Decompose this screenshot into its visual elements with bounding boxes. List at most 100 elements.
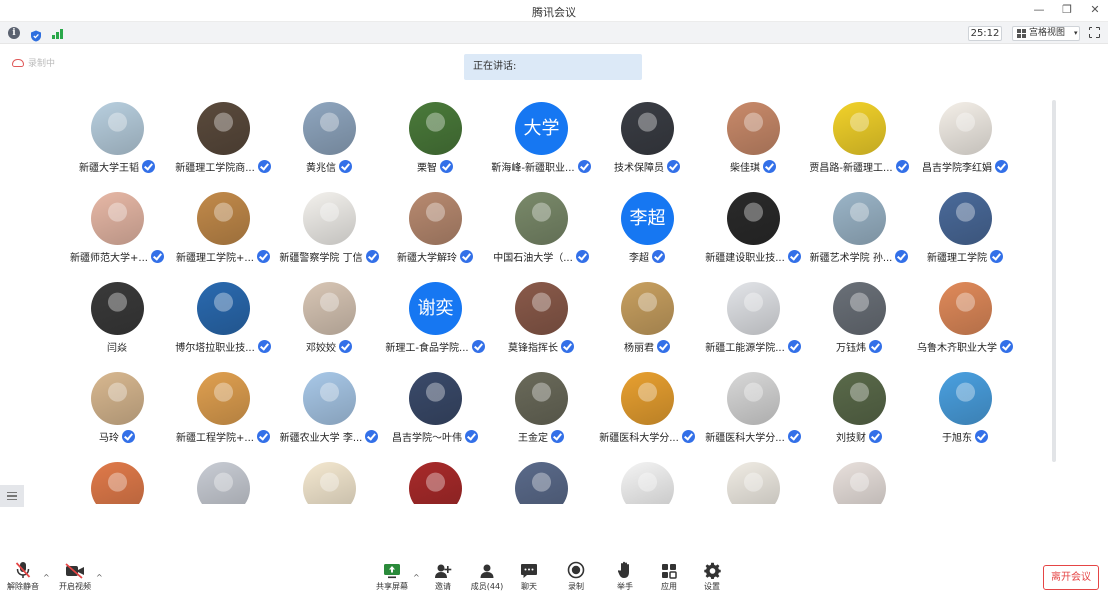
sidebar-toggle[interactable] xyxy=(0,485,24,507)
participant-name-row: 新疆理工学院 xyxy=(912,249,1018,264)
participant-tile[interactable]: 技术保障员 xyxy=(594,96,700,182)
start-video-label: 开启视频 xyxy=(59,582,91,591)
verified-badge-icon xyxy=(787,430,801,443)
maximize-icon[interactable]: ❐ xyxy=(1060,3,1074,16)
participant-tile[interactable]: 新疆理工学院 xyxy=(912,186,1018,272)
participant-tile[interactable]: 万钰炜 xyxy=(806,276,912,362)
share-screen-icon xyxy=(372,561,412,579)
participant-tile[interactable] xyxy=(382,456,488,504)
participant-avatar xyxy=(727,282,780,335)
participant-tile[interactable]: 新疆艺术学院 孙... xyxy=(806,186,912,272)
fullscreen-icon[interactable] xyxy=(1088,26,1100,38)
participant-tile[interactable]: 王金定 xyxy=(488,366,594,452)
participant-tile[interactable]: 闫焱 xyxy=(64,276,170,362)
participant-name: 昌吉学院李红娟 xyxy=(922,163,992,174)
participant-avatar xyxy=(833,282,886,335)
participant-avatar xyxy=(939,192,992,245)
members-button[interactable]: 成员(44) xyxy=(467,561,507,592)
participant-tile[interactable]: 刘技财 xyxy=(806,366,912,452)
participant-tile[interactable]: 新疆大学王韬 xyxy=(64,96,170,182)
share-screen-button[interactable]: 共享屏幕 xyxy=(372,561,412,592)
participant-avatar xyxy=(515,462,568,504)
participant-tile[interactable] xyxy=(594,456,700,504)
participant-tile[interactable]: 中国石油大学（... xyxy=(488,186,594,272)
leave-meeting-button[interactable]: 离开会议 xyxy=(1043,565,1099,590)
participant-tile[interactable]: 新疆工程学院+... xyxy=(170,366,276,452)
view-mode-button[interactable]: 宫格视图 ▾ xyxy=(1012,26,1080,41)
participant-tile[interactable]: 昌吉学院李红娟 xyxy=(912,96,1018,182)
participant-name-row: 靳海峰-新疆职业... xyxy=(488,159,594,174)
audio-options-chevron-icon[interactable]: ^ xyxy=(43,573,50,582)
participant-tile[interactable]: 新疆工能源学院... xyxy=(700,276,806,362)
shield-icon[interactable] xyxy=(30,27,42,42)
participant-tile[interactable]: 邓姣姣 xyxy=(276,276,382,362)
start-video-button[interactable]: 开启视频 xyxy=(55,561,95,592)
participant-tile[interactable] xyxy=(170,456,276,504)
raise-hand-button[interactable]: 举手 xyxy=(605,561,645,592)
participant-name-row: 邓姣姣 xyxy=(276,339,382,354)
participant-avatar xyxy=(303,372,356,425)
participant-name: 邓姣姣 xyxy=(306,343,336,354)
participant-tile[interactable]: 栗智 xyxy=(382,96,488,182)
gallery-scrollbar[interactable] xyxy=(1052,100,1056,462)
participant-avatar xyxy=(197,102,250,155)
participant-tile[interactable]: 杨丽君 xyxy=(594,276,700,362)
video-options-chevron-icon[interactable]: ^ xyxy=(96,573,103,582)
record-button[interactable]: 录制 xyxy=(556,561,596,592)
participant-tile[interactable]: 谢奕 新理工-食品学院... xyxy=(382,276,488,362)
participant-tile[interactable]: 乌鲁木齐职业大学 xyxy=(912,276,1018,362)
participant-tile[interactable]: 贾昌路-新疆理工... xyxy=(806,96,912,182)
participant-tile[interactable]: 黄兆信 xyxy=(276,96,382,182)
settings-button[interactable]: 设置 xyxy=(692,561,732,592)
participant-avatar xyxy=(303,102,356,155)
participant-avatar xyxy=(91,102,144,155)
participant-tile[interactable]: 新疆理工学院+... xyxy=(170,186,276,272)
close-icon[interactable]: ✕ xyxy=(1088,3,1102,16)
participant-tile[interactable]: 新疆警察学院 丁信 xyxy=(276,186,382,272)
participant-tile[interactable]: 李超 李超 xyxy=(594,186,700,272)
verified-badge-icon xyxy=(1000,340,1013,353)
participant-tile[interactable]: 博尔塔拉职业技... xyxy=(170,276,276,362)
invite-icon xyxy=(423,561,463,579)
participant-name: 新疆工能源学院... xyxy=(705,343,785,354)
participant-tile[interactable]: 大学 靳海峰-新疆职业... xyxy=(488,96,594,182)
verified-badge-icon xyxy=(667,160,680,173)
participant-avatar xyxy=(303,462,356,504)
verified-badge-icon xyxy=(763,160,776,173)
participant-name: 新疆理工学院+... xyxy=(176,253,254,264)
apps-button[interactable]: 应用 xyxy=(649,561,689,592)
participant-tile[interactable]: 莫锋指挥长 xyxy=(488,276,594,362)
participant-tile[interactable]: 新疆师范大学+... xyxy=(64,186,170,272)
chat-button[interactable]: 聊天 xyxy=(509,561,549,592)
participant-tile[interactable]: 新疆农业大学 李... xyxy=(276,366,382,452)
participant-tile[interactable] xyxy=(64,456,170,504)
signal-icon[interactable] xyxy=(52,27,64,39)
participant-name-row: 于旭东 xyxy=(912,429,1018,444)
info-icon[interactable]: i xyxy=(8,27,20,39)
participant-tile[interactable] xyxy=(806,456,912,504)
recording-status: 录制中 xyxy=(12,56,55,69)
share-options-chevron-icon[interactable]: ^ xyxy=(413,573,420,582)
verified-badge-icon xyxy=(652,250,665,263)
participant-tile[interactable]: 柴佳琪 xyxy=(700,96,806,182)
participant-tile[interactable]: 于旭东 xyxy=(912,366,1018,452)
participant-tile[interactable]: 马玲 xyxy=(64,366,170,452)
minimize-icon[interactable]: — xyxy=(1032,3,1046,16)
participant-name: 马玲 xyxy=(99,433,119,444)
participant-tile[interactable]: 新疆建设职业技... xyxy=(700,186,806,272)
participant-tile[interactable]: 新疆大学解玲 xyxy=(382,186,488,272)
participant-tile[interactable] xyxy=(276,456,382,504)
participant-tile[interactable]: 新疆理工学院商... xyxy=(170,96,276,182)
participant-name-row: 杨丽君 xyxy=(594,339,700,354)
participant-tile[interactable]: 新疆医科大学分... xyxy=(700,366,806,452)
participant-tile[interactable]: 昌吉学院～叶伟 xyxy=(382,366,488,452)
participant-tile[interactable] xyxy=(700,456,806,504)
participant-name: 昌吉学院～叶伟 xyxy=(392,433,462,444)
participant-tile[interactable]: 新疆医科大学分... xyxy=(594,366,700,452)
members-icon xyxy=(467,561,507,579)
participant-tile[interactable] xyxy=(488,456,594,504)
participant-name-row: 新疆大学解玲 xyxy=(382,249,488,264)
unmute-button[interactable]: 解除静音 xyxy=(3,561,43,592)
participant-name: 杨丽君 xyxy=(624,343,654,354)
invite-button[interactable]: 邀请 xyxy=(423,561,463,592)
